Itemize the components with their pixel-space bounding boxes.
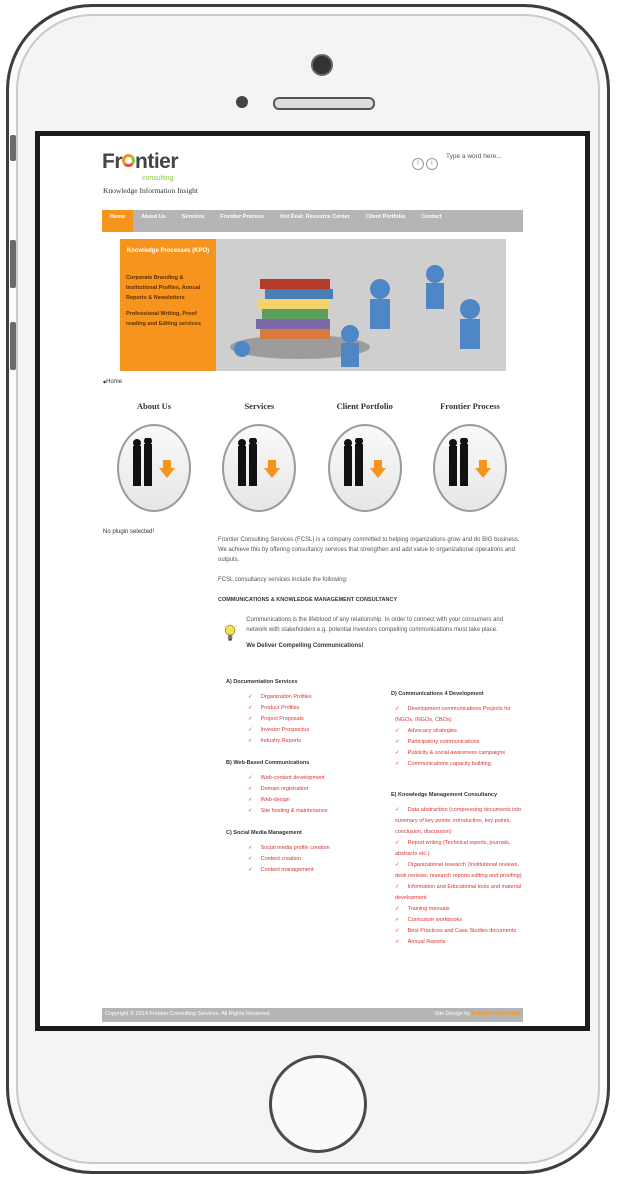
list-item[interactable]: Domain registration [248, 784, 376, 795]
nav-contact[interactable]: Contact [413, 210, 449, 232]
nav-home[interactable]: Home [102, 210, 134, 232]
service-section-heading: C) Social Media Management [226, 830, 302, 836]
list-item[interactable]: Content creation [248, 854, 376, 865]
nav-frontier-process[interactable]: Frontier Process [212, 210, 272, 232]
nav-services[interactable]: Services [174, 210, 213, 232]
volume-up-button[interactable] [10, 240, 16, 288]
hero-banner: Knowledge Processes (KPO) Corporate Bran… [120, 239, 506, 371]
intro-paragraph: Frontier Consulting Services (FCSL) is a… [218, 537, 520, 563]
service-section: D) Communications 4 Development Developme… [391, 691, 526, 770]
list-item[interactable]: Annual Reports [395, 937, 526, 948]
service-section-heading: B) Web-Based Communications [226, 760, 310, 766]
site-footer: Copyright © 2014 Frontier Consulting Ser… [102, 1008, 523, 1022]
facebook-icon[interactable]: f [412, 158, 424, 170]
banner-text-2: Professional Writing, Proof reading and … [126, 311, 201, 327]
list-item[interactable]: Content management [248, 865, 376, 876]
list-item[interactable]: Publicity & social awareness campaigns [395, 748, 526, 759]
handshake-icon [117, 424, 191, 512]
feature-frontier-process[interactable]: Frontier Process [418, 401, 522, 512]
list-item[interactable]: Communications capacity building. [395, 759, 526, 770]
home-button[interactable] [269, 1055, 367, 1153]
list-item[interactable]: Report writing (Technical reports, journ… [395, 838, 526, 860]
camera-icon [311, 54, 333, 76]
service-section: A) Documentation Services Organization Pr… [226, 679, 376, 747]
list-item[interactable]: Social media profile creation [248, 843, 376, 854]
feature-client-portfolio[interactable]: Client Portfolio [313, 401, 417, 512]
list-item[interactable]: Organization Profiles [248, 692, 376, 703]
service-section: B) Web-Based Communications Web-content d… [226, 760, 376, 817]
service-list: Social media profile creationContent cre… [248, 843, 376, 876]
service-section: E) Knowledge Management Consultancy Data … [391, 792, 526, 948]
list-item[interactable]: Product Profiles [248, 703, 376, 714]
list-item[interactable]: Training manuals [395, 904, 526, 915]
services-right-column: D) Communications 4 Development Developme… [391, 691, 526, 961]
logo-ring-icon [122, 153, 135, 167]
feature-services[interactable]: Services [207, 401, 311, 512]
list-item[interactable]: Development communications Projects for … [395, 704, 526, 726]
mute-switch[interactable] [10, 135, 16, 161]
list-item[interactable]: Advocacy strategies [395, 726, 526, 737]
list-item[interactable]: Web-design [248, 795, 376, 806]
service-list: Organization ProfilesProduct ProfilesPro… [248, 692, 376, 747]
list-item[interactable]: Participatory communications [395, 737, 526, 748]
list-item[interactable]: Investor Prospectus [248, 725, 376, 736]
service-section: C) Social Media Management Social media p… [226, 830, 376, 876]
social-links: ft [412, 152, 440, 170]
search-input[interactable]: Type a word here... [446, 153, 516, 160]
banner-text-box: Knowledge Processes (KPO) Corporate Bran… [120, 239, 216, 371]
service-list: Development communications Projects for … [395, 704, 526, 770]
handshake-icon [432, 424, 507, 512]
tagline-deliver: We Deliver Compelling Communications! [246, 643, 364, 649]
sensor-icon [236, 96, 248, 108]
list-item[interactable]: Organizational research (Institutional r… [395, 860, 526, 882]
handshake-icon [222, 424, 297, 512]
twitter-icon[interactable]: t [426, 158, 438, 170]
list-item[interactable]: Site hosting & maintenance [248, 806, 376, 817]
service-section-heading: D) Communications 4 Development [391, 691, 484, 697]
copyright-text: Copyright © 2014 Frontier Consulting Ser… [105, 1011, 272, 1017]
no-plugin-notice: No plugin selected! [103, 529, 155, 535]
service-section-heading: E) Knowledge Management Consultancy [391, 792, 498, 798]
phone-screen: Fr ntier consulting Knowledge Information… [35, 131, 590, 1031]
site-logo[interactable]: Fr ntier consulting [102, 150, 179, 182]
designer-credit[interactable]: Site Design by Kreative Koncepts [435, 1011, 520, 1017]
handshake-icon [327, 424, 402, 512]
feature-columns: About Us Services Client Portfolio Front… [102, 401, 522, 512]
service-section-heading: A) Documentation Services [226, 679, 298, 685]
services-left-column: A) Documentation Services Organization Pr… [226, 679, 376, 889]
logo-subtitle: consulting [142, 175, 174, 182]
nav-about-us[interactable]: About Us [133, 210, 173, 232]
intro-content: Frontier Consulting Services (FCSL) is a… [218, 535, 523, 651]
list-item[interactable]: Curriculum workbooks [395, 915, 526, 926]
list-item[interactable]: Web-content development [248, 773, 376, 784]
nav-resource-center[interactable]: Hot Deal: Resource Center [272, 210, 358, 232]
speaker-grill [273, 97, 375, 110]
list-item[interactable]: Industry Reports [248, 736, 376, 747]
list-item[interactable]: Data abstraction (compressing documents … [395, 805, 526, 838]
banner-title: Knowledge Processes (KPO) [126, 248, 210, 254]
services-intro: FCSL consultancy services include the fo… [218, 577, 348, 583]
tagline: Knowledge Information Insight [103, 186, 198, 195]
breadcrumb[interactable]: Home [103, 379, 122, 385]
list-item[interactable]: Project Proposals [248, 714, 376, 725]
feature-about-us[interactable]: About Us [102, 401, 206, 512]
service-list: Data abstraction (compressing documents … [395, 805, 526, 948]
service-list: Web-content developmentDomain registrati… [248, 773, 376, 817]
nav-client-portfolio[interactable]: Client Portfolio [358, 210, 413, 232]
list-item[interactable]: Information and Educational tools and ma… [395, 882, 526, 904]
lightbulb-icon [223, 623, 237, 641]
banner-text-1: Corporate Branding & Institutional Profi… [126, 275, 201, 301]
section-heading: COMMUNICATIONS & KNOWLEDGE MANAGEMENT CO… [218, 597, 398, 603]
volume-down-button[interactable] [10, 322, 16, 370]
communications-paragraph: Communications is the lifeblood of any r… [246, 617, 504, 633]
list-item[interactable]: Best Practices and Case Studies document… [395, 926, 526, 937]
main-nav: Home About Us Services Frontier Process … [102, 210, 523, 232]
